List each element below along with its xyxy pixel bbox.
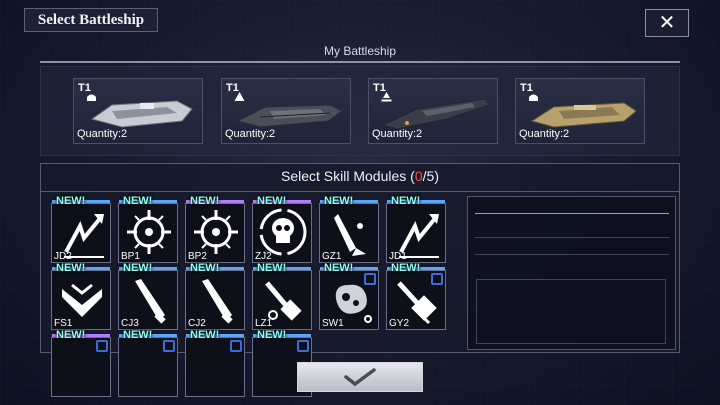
new-badge: NEW! [391, 195, 421, 207]
new-badge: NEW! [257, 262, 287, 274]
detail-line [475, 254, 669, 255]
confirm-button[interactable] [297, 362, 423, 392]
module-code: GZ1 [322, 251, 342, 262]
ship-quantity: Quantity:2 [225, 128, 276, 140]
new-badge: NEW! [257, 329, 287, 341]
skill-module[interactable]: NEW! CJ3 [118, 262, 178, 330]
new-badge: NEW! [56, 262, 86, 274]
skill-module[interactable]: NEW! CJ2 [185, 262, 245, 330]
detail-line [475, 213, 669, 214]
module-code: BP2 [188, 251, 207, 262]
skill-module[interactable]: NEW! SW1 [319, 262, 379, 330]
skill-module[interactable]: NEW! GZ1 [319, 195, 379, 263]
skill-header-divider [40, 191, 680, 192]
module-code: LZ1 [255, 318, 273, 329]
skill-module[interactable]: NEW! FS1 [51, 262, 111, 330]
ship-quantity: Quantity:2 [372, 128, 423, 140]
skill-module[interactable]: NEW! [185, 329, 245, 397]
section-divider [40, 61, 680, 63]
new-badge: NEW! [123, 262, 153, 274]
ship-card-3[interactable]: T1 Quantity:2 [368, 78, 498, 144]
chip-icon [364, 273, 376, 285]
selected-count: 0 [414, 168, 423, 184]
ship-card-1[interactable]: T1 Quantity:2 [73, 78, 203, 144]
module-code: SW1 [322, 318, 344, 329]
module-code: FS1 [54, 318, 73, 329]
ship-card-2[interactable]: T1 Quantity:2 [221, 78, 351, 144]
skill-module[interactable]: NEW! ZJ2 [252, 195, 312, 263]
chip-icon [163, 340, 175, 352]
skill-module[interactable]: NEW! BP2 [185, 195, 245, 263]
skill-modules-title: Select Skill Modules (0/5) [281, 168, 439, 184]
chip-icon [431, 273, 443, 285]
new-badge: NEW! [56, 195, 86, 207]
new-badge: NEW! [391, 262, 421, 274]
close-icon: ✕ [658, 12, 676, 34]
module-code: JD2 [54, 251, 72, 262]
module-code: CJ3 [121, 318, 139, 329]
module-code: JD1 [389, 251, 407, 262]
new-badge: NEW! [190, 329, 220, 341]
new-badge: NEW! [190, 262, 220, 274]
module-code: CJ2 [188, 318, 206, 329]
close-button[interactable]: ✕ [645, 9, 689, 37]
skill-module[interactable]: NEW! BP1 [118, 195, 178, 263]
detail-line [475, 237, 669, 238]
detail-description-box [476, 279, 666, 344]
chip-icon [297, 340, 309, 352]
module-code: ZJ2 [255, 251, 272, 262]
skill-module[interactable]: NEW! [51, 329, 111, 397]
ship-quantity: Quantity:2 [77, 128, 128, 140]
checkmark-icon [344, 368, 376, 387]
new-badge: NEW! [123, 329, 153, 341]
skill-module[interactable]: NEW! LZ1 [252, 262, 312, 330]
new-badge: NEW! [324, 195, 354, 207]
skill-module[interactable]: NEW! GY2 [386, 262, 446, 330]
new-badge: NEW! [56, 329, 86, 341]
skill-module[interactable]: NEW! JD1 [386, 195, 446, 263]
skill-module[interactable]: NEW! [118, 329, 178, 397]
new-badge: NEW! [324, 262, 354, 274]
chip-icon [230, 340, 242, 352]
module-code: GY2 [389, 318, 410, 329]
module-code: BP1 [121, 251, 140, 262]
new-badge: NEW! [190, 195, 220, 207]
ship-card-4[interactable]: T1 Quantity:2 [515, 78, 645, 144]
ship-quantity: Quantity:2 [519, 128, 570, 140]
chip-icon [96, 340, 108, 352]
new-badge: NEW! [123, 195, 153, 207]
page-title: Select Battleship [24, 8, 158, 32]
new-badge: NEW! [257, 195, 287, 207]
skill-module[interactable]: NEW! JD2 [51, 195, 111, 263]
